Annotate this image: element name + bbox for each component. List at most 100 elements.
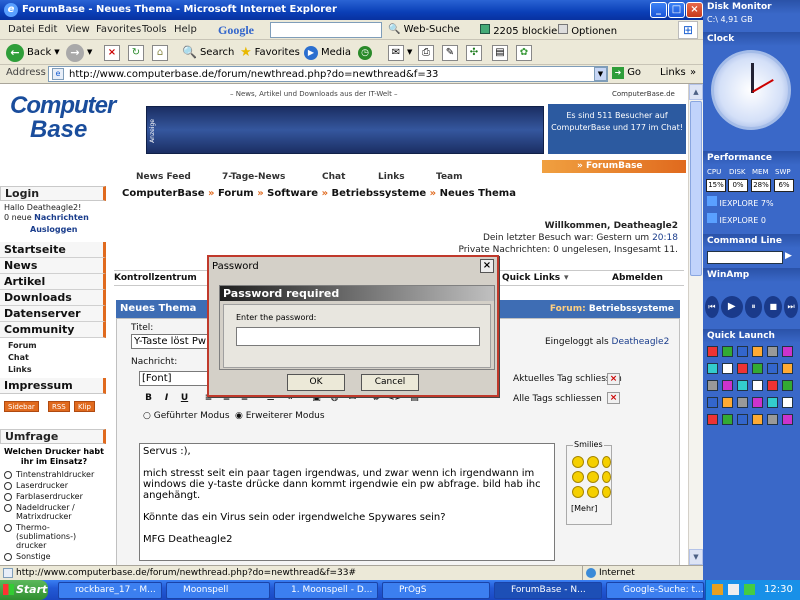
quick-launch-icon[interactable] xyxy=(782,346,793,357)
address-dropdown-button[interactable]: ▼ xyxy=(594,67,607,81)
links-button[interactable]: Links xyxy=(660,67,686,78)
quick-launch-icon[interactable] xyxy=(782,414,793,425)
control-panel-link[interactable]: Kontrollzentrum xyxy=(114,273,197,283)
next-icon[interactable]: ⏭ xyxy=(784,296,799,318)
smiley-icon[interactable] xyxy=(587,486,599,498)
smilies-more-link[interactable]: [Mehr] xyxy=(571,504,597,513)
quick-launch-icon[interactable] xyxy=(767,414,778,425)
messages-link[interactable]: Nachrichten xyxy=(34,213,89,222)
smiley-icon[interactable] xyxy=(572,456,584,468)
klip-badge[interactable]: Klip xyxy=(74,401,95,412)
quick-launch-icon[interactable] xyxy=(722,397,733,408)
minimize-button[interactable]: _ xyxy=(650,2,667,18)
history-button[interactable]: ◷ xyxy=(358,43,372,62)
quick-launch-icon[interactable] xyxy=(767,397,778,408)
quick-links-menu[interactable]: Quick Links xyxy=(502,273,560,283)
task-button[interactable]: Moonspell xyxy=(166,582,270,599)
task-button[interactable]: PrOgS xyxy=(382,582,490,599)
smiley-icon[interactable] xyxy=(572,471,584,483)
links-chevron-icon[interactable]: » xyxy=(690,67,696,78)
stop-icon[interactable]: ■ xyxy=(764,296,783,318)
speaker-icon[interactable] xyxy=(728,584,739,595)
quick-launch-icon[interactable] xyxy=(752,397,763,408)
smiley-icon[interactable] xyxy=(587,456,599,468)
nav-chat[interactable]: Chat xyxy=(322,172,345,182)
stop-button[interactable]: × xyxy=(104,43,120,62)
quick-launch-icon[interactable] xyxy=(707,414,718,425)
quick-launch-icon[interactable] xyxy=(782,363,793,374)
start-button[interactable]: Start xyxy=(0,580,48,600)
underline-button[interactable]: U xyxy=(177,391,192,405)
window-titlebar[interactable]: e ForumBase - Neues Thema - Microsoft In… xyxy=(0,0,703,20)
google-search-input[interactable] xyxy=(270,22,382,38)
back-button[interactable]: ← Back ▼ xyxy=(6,43,60,62)
network-icon[interactable] xyxy=(744,584,755,595)
command-line-input[interactable] xyxy=(707,251,783,264)
quick-launch-icon[interactable] xyxy=(707,363,718,374)
poll-option[interactable]: Laserdrucker xyxy=(4,481,68,490)
quick-launch-icon[interactable] xyxy=(752,346,763,357)
search-button[interactable]: 🔍 Search xyxy=(182,43,234,62)
task-button[interactable]: rockbare_17 - M... xyxy=(58,582,162,599)
sidebar-item-artikel[interactable]: Artikel xyxy=(0,274,106,290)
icq-button[interactable]: ✿ xyxy=(516,43,532,62)
quick-launch-icon[interactable] xyxy=(782,397,793,408)
breadcrumb-item[interactable]: Forum xyxy=(218,188,254,199)
maximize-button[interactable]: □ xyxy=(668,2,685,18)
scroll-up-button[interactable]: ▲ xyxy=(689,84,703,100)
scroll-thumb[interactable] xyxy=(690,101,702,276)
poll-option[interactable]: Tintenstrahldrucker xyxy=(3,470,94,479)
quick-launch-icon[interactable] xyxy=(767,380,778,391)
poll-option[interactable]: Sonstige xyxy=(4,552,51,561)
ok-button[interactable]: OK xyxy=(287,374,345,391)
scroll-down-button[interactable]: ▼ xyxy=(689,549,703,565)
poll-option[interactable]: Farblaserdrucker xyxy=(4,492,83,501)
mode-extended-radio[interactable]: ◉ Erweiterer Modus xyxy=(235,411,325,421)
nav-7-tage-news[interactable]: 7-Tage-News xyxy=(222,172,285,182)
dialog-titlebar[interactable]: Password × xyxy=(209,257,497,276)
quick-launch-icon[interactable] xyxy=(752,414,763,425)
edit-button[interactable]: ✎ xyxy=(442,43,458,62)
nav-news-feed[interactable]: News Feed xyxy=(136,172,191,182)
smiley-icon[interactable] xyxy=(587,471,599,483)
password-input[interactable] xyxy=(236,327,480,346)
page-scrollbar[interactable]: ▲ ▼ xyxy=(688,84,703,566)
bold-button[interactable]: B xyxy=(141,391,156,405)
go-button[interactable]: ➜ Go xyxy=(612,67,641,79)
prev-icon[interactable]: ⏮ xyxy=(704,296,719,318)
quick-launch-icon[interactable] xyxy=(722,346,733,357)
quick-launch-icon[interactable] xyxy=(707,346,718,357)
smiley-icon[interactable] xyxy=(602,456,611,468)
quick-launch-icon[interactable] xyxy=(707,380,718,391)
message-textarea[interactable]: Servus :), mich stresst seit ein paar ta… xyxy=(139,443,555,561)
quick-launch-icon[interactable] xyxy=(722,414,733,425)
mail-button[interactable]: ✉ ▼ xyxy=(388,43,412,62)
sidebar-item-impressum[interactable]: Impressum xyxy=(0,378,106,394)
google-web-search-button[interactable]: 🔍 Web-Suche xyxy=(388,24,460,35)
dialog-close-button[interactable]: × xyxy=(480,259,494,273)
menu-tools[interactable]: Tools xyxy=(142,24,167,35)
menu-help[interactable]: Help xyxy=(174,24,197,35)
quick-launch-icon[interactable] xyxy=(782,380,793,391)
poll-option[interactable]: Thermo-(sublimations-) drucker xyxy=(4,523,96,550)
quick-links-arrow-icon[interactable]: ▾ xyxy=(564,273,569,283)
print-button[interactable]: ⎙ xyxy=(418,43,434,62)
popup-blocker-button[interactable]: 2205 blockiert xyxy=(480,24,565,37)
quick-launch-icon[interactable] xyxy=(722,380,733,391)
menu-file[interactable]: Datei xyxy=(8,24,35,35)
breadcrumb-item[interactable]: Software xyxy=(267,188,318,199)
logout-link[interactable]: Ausloggen xyxy=(30,225,77,234)
sidebar-sub-links[interactable]: Links xyxy=(8,365,32,374)
sidebar-item-startseite[interactable]: Startseite xyxy=(0,242,106,258)
clock[interactable]: 12:30 xyxy=(764,584,793,595)
quick-launch-icon[interactable] xyxy=(737,363,748,374)
breadcrumb-item[interactable]: ComputerBase xyxy=(122,188,205,199)
sidebar-item-community[interactable]: Community xyxy=(0,322,106,338)
quick-launch-icon[interactable] xyxy=(737,346,748,357)
sidebar-item-news[interactable]: News xyxy=(0,258,106,274)
close-all-tags-button[interactable]: × xyxy=(607,392,620,404)
quick-launch-icon[interactable] xyxy=(737,414,748,425)
refresh-button[interactable]: ↻ xyxy=(128,43,144,62)
menu-favorites[interactable]: Favorites xyxy=(96,24,141,35)
italic-button[interactable]: I xyxy=(159,391,174,405)
